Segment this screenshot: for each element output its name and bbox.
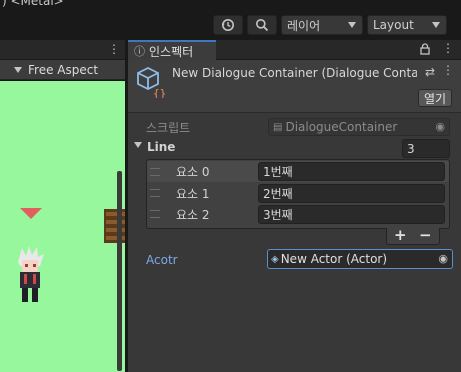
character-sprite xyxy=(18,246,44,302)
game-canvas[interactable] xyxy=(0,81,125,372)
add-element-button[interactable]: + xyxy=(394,226,407,244)
list-item-field[interactable]: 2번째 xyxy=(258,184,445,203)
drag-handle-icon[interactable] xyxy=(150,210,160,218)
remove-element-button[interactable]: − xyxy=(419,226,432,244)
lock-icon[interactable] xyxy=(420,43,430,58)
aspect-dropdown[interactable]: Free Aspect xyxy=(28,63,98,77)
actor-object-field[interactable]: ◈ New Actor (Actor) ◉ xyxy=(267,249,453,269)
svg-text:{}: {} xyxy=(153,87,166,98)
actor-field-value: New Actor (Actor) xyxy=(280,252,388,266)
chevron-down-icon xyxy=(432,22,440,28)
more-options-icon[interactable]: ⋮ xyxy=(442,63,454,77)
script-field-value: DialogueContainer xyxy=(285,120,398,134)
history-button[interactable] xyxy=(213,15,243,35)
layers-dropdown-label: 레이어 xyxy=(287,18,321,33)
chevron-down-icon[interactable] xyxy=(14,67,22,73)
script-file-icon: ▤ xyxy=(273,121,283,133)
inspector-body: 스크립트 ▤ DialogueContainer ◉ Line 3 요소 0 1… xyxy=(128,113,461,372)
tab-inspector-label: 인스펙터 xyxy=(149,44,194,59)
game-view-header: ⋮ xyxy=(0,40,125,60)
layers-dropdown[interactable]: 레이어 xyxy=(281,15,363,35)
scriptable-object-icon: ◈ xyxy=(271,253,279,265)
foldout-arrow-icon[interactable] xyxy=(134,142,142,148)
script-field: ▤ DialogueContainer ◉ xyxy=(268,118,450,136)
open-button[interactable]: 열기 xyxy=(418,89,452,107)
line-size-field[interactable]: 3 xyxy=(402,139,450,158)
search-button[interactable] xyxy=(247,15,277,35)
list-item-label: 요소 1 xyxy=(176,187,210,201)
list-item-label: 요소 2 xyxy=(176,208,210,222)
drag-handle-icon[interactable] xyxy=(150,168,160,176)
actor-label: Acotr xyxy=(146,253,178,267)
more-options-icon[interactable]: ⋮ xyxy=(108,42,120,56)
script-label: 스크립트 xyxy=(146,121,191,135)
list-item-label: 요소 0 xyxy=(176,165,210,179)
drag-handle-icon[interactable] xyxy=(150,189,160,197)
object-picker-icon[interactable]: ◉ xyxy=(438,252,448,265)
line-label[interactable]: Line xyxy=(147,140,175,154)
search-icon xyxy=(256,19,269,32)
window-title-fragment: ) <Metal> xyxy=(2,0,64,8)
settings-sliders-icon[interactable]: ⇄ xyxy=(425,65,435,79)
red-marker-sprite xyxy=(20,208,42,219)
history-icon xyxy=(221,19,234,31)
list-item-field[interactable]: 1번째 xyxy=(258,162,445,181)
more-options-icon[interactable]: ⋮ xyxy=(442,41,454,55)
scriptable-object-icon: {} xyxy=(137,66,166,98)
inspector-object-header: {} New Dialogue Container (Dialogue Cont… xyxy=(128,60,461,113)
layout-dropdown[interactable]: Layout xyxy=(367,15,447,35)
object-title: New Dialogue Container (Dialogue Contain… xyxy=(172,66,417,80)
object-picker-icon: ◉ xyxy=(435,120,445,133)
layout-dropdown-label: Layout xyxy=(373,18,414,32)
tab-inspector[interactable]: ⓘ 인스펙터 xyxy=(128,40,216,60)
list-item-field[interactable]: 3번째 xyxy=(258,205,445,224)
game-view-toolbar: Free Aspect xyxy=(0,60,125,80)
info-icon: ⓘ xyxy=(134,45,145,58)
vertical-scrollbar[interactable] xyxy=(117,171,122,371)
chevron-down-icon xyxy=(348,22,356,28)
